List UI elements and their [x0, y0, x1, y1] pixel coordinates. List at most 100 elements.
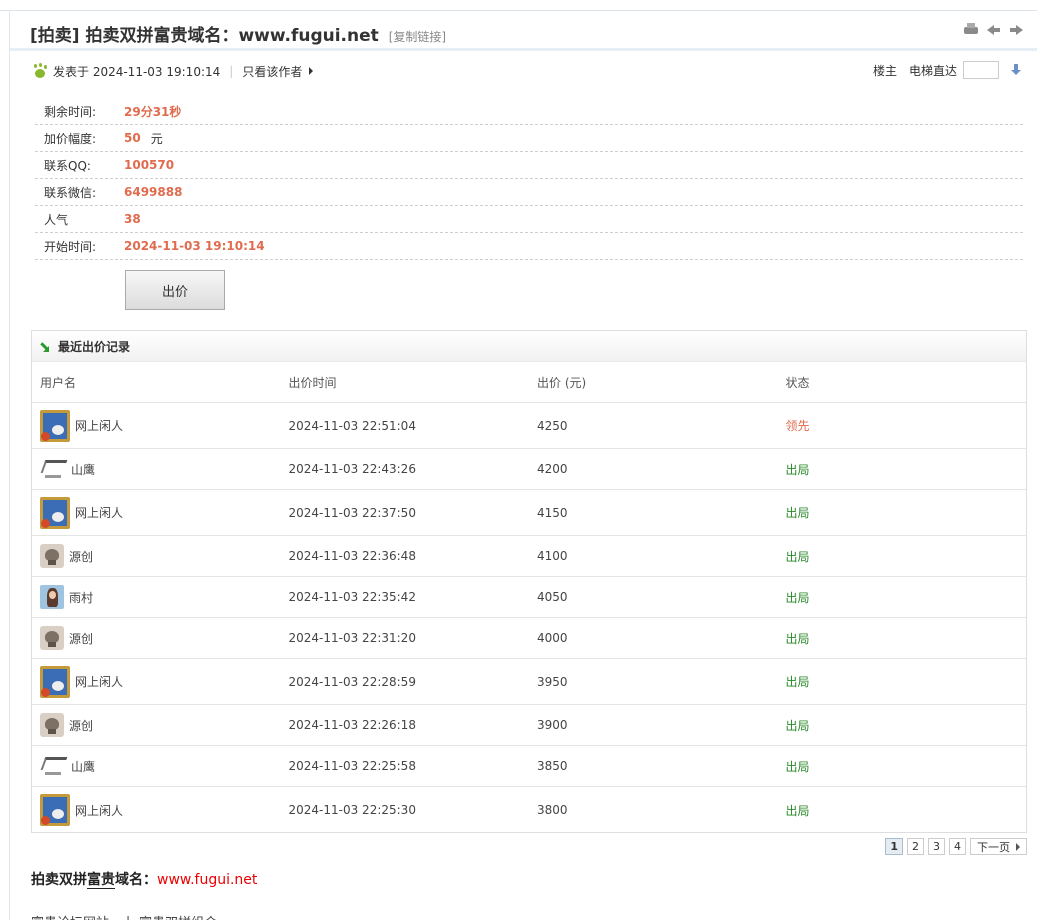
column-username: 用户名 — [40, 375, 77, 390]
info-value: 50 — [124, 131, 141, 145]
previous-thread-icon[interactable] — [987, 23, 1001, 37]
post-meta: 发表于 2024-11-03 19:10:14 | 只看该作者 — [32, 62, 314, 80]
thread-title-text: 拍卖双拼富贵域名：www.fugui.net — [85, 26, 379, 46]
bid-price-cell: 4150 — [537, 505, 568, 520]
bid-price-cell: 4000 — [537, 631, 568, 645]
username-cell: 源创 — [32, 544, 281, 568]
table-row: 源创 2024-11-03 22:36:48 4100 出局 — [32, 536, 1026, 577]
floor-nav: 楼主 电梯直达 — [873, 61, 1021, 79]
info-row: 开始时间: 2024-11-03 19:10:14 — [35, 233, 1023, 260]
status-badge: 领先 — [785, 419, 810, 433]
bid-price-cell: 4100 — [537, 549, 568, 563]
stone-avatar-icon[interactable] — [40, 713, 64, 737]
status-badge: 出局 — [785, 675, 810, 689]
meta-separator: | — [229, 64, 234, 78]
next-page-label: 下一页 — [977, 840, 1010, 854]
username-link[interactable]: 源创 — [69, 548, 93, 565]
info-row: 联系QQ: 100570 — [35, 152, 1023, 179]
status-badge: 出局 — [785, 631, 810, 646]
bid-time-cell: 2024-11-03 22:37:50 — [288, 505, 416, 520]
pagination: 1 2 3 4 下一页 — [885, 838, 1027, 855]
thread-title-prefix[interactable]: [拍卖] — [30, 26, 80, 46]
eagle-avatar-icon[interactable] — [40, 753, 66, 779]
table-row: 雨村 2024-11-03 22:35:42 4050 出局 — [32, 577, 1026, 618]
framed-avatar-icon[interactable] — [40, 665, 70, 698]
table-row: 网上闲人 2024-11-03 22:25:30 3800 出局 — [32, 787, 1026, 833]
bid-time-cell: 2024-11-03 22:35:42 — [288, 590, 416, 604]
info-row: 加价幅度: 50 元 — [35, 125, 1023, 152]
table-row: 网上闲人 2024-11-03 22:37:50 4150 出局 — [32, 490, 1026, 536]
info-label: 联系微信: — [44, 185, 97, 200]
status-badge: 出局 — [785, 462, 810, 477]
eagle-avatar-icon[interactable] — [40, 456, 66, 482]
post-time: 发表于 2024-11-03 19:10:14 — [53, 64, 221, 79]
bid-time-cell: 2024-11-03 22:43:26 — [288, 462, 416, 476]
floor-jump-input[interactable] — [963, 61, 999, 79]
info-label: 联系QQ: — [44, 158, 91, 173]
table-row: 网上闲人 2024-11-03 22:28:59 3950 出局 — [32, 659, 1026, 705]
username-cell: 雨村 — [32, 585, 281, 609]
username-link[interactable]: 网上闲人 — [75, 417, 123, 434]
info-value: 29分31秒 — [124, 104, 182, 119]
next-thread-icon[interactable] — [1009, 23, 1023, 37]
copy-link[interactable]: [复制链接] — [389, 30, 446, 44]
stone-avatar-icon[interactable] — [40, 544, 64, 568]
page-1-button[interactable]: 1 — [885, 838, 903, 855]
only-author-link[interactable]: 只看该作者 — [242, 63, 302, 80]
username-link[interactable]: 山鹰 — [71, 758, 95, 775]
jump-arrow-icon[interactable] — [1011, 64, 1021, 76]
bid-time-cell: 2024-11-03 22:25:58 — [288, 759, 416, 773]
caret-right-icon — [1016, 842, 1020, 851]
page-2-button[interactable]: 2 — [907, 838, 924, 855]
bid-price-cell: 3950 — [537, 674, 568, 689]
bid-time-cell: 2024-11-03 22:31:20 — [288, 631, 416, 645]
bid-time-cell: 2024-11-03 22:28:59 — [288, 674, 416, 689]
photo-avatar-icon[interactable] — [40, 585, 64, 609]
status-badge: 出局 — [785, 718, 810, 733]
thread-title: [拍卖] 拍卖双拼富贵域名：www.fugui.net [复制链接] — [30, 21, 446, 46]
page-3-button[interactable]: 3 — [928, 838, 945, 855]
info-value: 100570 — [124, 158, 175, 172]
username-link[interactable]: 雨村 — [69, 589, 93, 606]
next-page-button[interactable]: 下一页 — [970, 838, 1027, 855]
table-row: 网上闲人 2024-11-03 22:51:04 4250 领先 — [32, 403, 1026, 449]
info-label: 剩余时间: — [44, 104, 97, 119]
username-link[interactable]: 网上闲人 — [75, 673, 123, 690]
bid-time-cell: 2024-11-03 22:51:04 — [288, 418, 416, 433]
bid-price-cell: 4200 — [537, 462, 568, 476]
username-cell: 网上闲人 — [32, 665, 281, 698]
username-cell: 网上闲人 — [32, 794, 281, 826]
left-border — [9, 10, 10, 920]
status-badge: 出局 — [785, 506, 810, 520]
bid-button[interactable]: 出价 — [125, 270, 225, 310]
print-icon[interactable] — [963, 23, 979, 37]
username-link[interactable]: 网上闲人 — [75, 802, 123, 819]
bid-records-rows: 网上闲人 2024-11-03 22:51:04 4250 领先 山鹰 2024-11-0… — [32, 403, 1026, 833]
username-cell: 山鹰 — [32, 456, 281, 482]
bid-time-cell: 2024-11-03 22:25:30 — [288, 803, 416, 817]
username-link[interactable]: 网上闲人 — [75, 504, 123, 521]
bid-records-columns: 用户名 出价时间 出价 (元) 状态 — [32, 362, 1026, 403]
bid-price-cell: 3800 — [537, 803, 568, 817]
status-badge: 出局 — [785, 759, 810, 774]
stone-avatar-icon[interactable] — [40, 626, 64, 650]
column-status: 状态 — [785, 375, 810, 390]
username-cell: 山鹰 — [32, 753, 281, 779]
arrow-down-right-icon — [38, 340, 50, 352]
username-link[interactable]: 源创 — [69, 717, 93, 734]
bid-records-title: 最近出价记录 — [58, 339, 131, 354]
username-link[interactable]: 山鹰 — [71, 461, 95, 478]
username-cell: 源创 — [32, 713, 281, 737]
info-value: 2024-11-03 19:10:14 — [124, 239, 265, 253]
status-badge: 出局 — [785, 803, 810, 818]
post-body-domain[interactable]: www.fugui.net — [157, 872, 257, 888]
page-4-button[interactable]: 4 — [949, 838, 966, 855]
title-tools — [963, 23, 1023, 37]
bid-price-cell: 3900 — [537, 718, 568, 732]
framed-avatar-icon[interactable] — [40, 496, 70, 529]
username-link[interactable]: 源创 — [69, 630, 93, 647]
info-label: 加价幅度: — [44, 131, 97, 146]
framed-avatar-icon[interactable] — [40, 409, 70, 442]
elevator-label: 电梯直达 — [908, 63, 957, 78]
framed-avatar-icon[interactable] — [40, 794, 70, 826]
